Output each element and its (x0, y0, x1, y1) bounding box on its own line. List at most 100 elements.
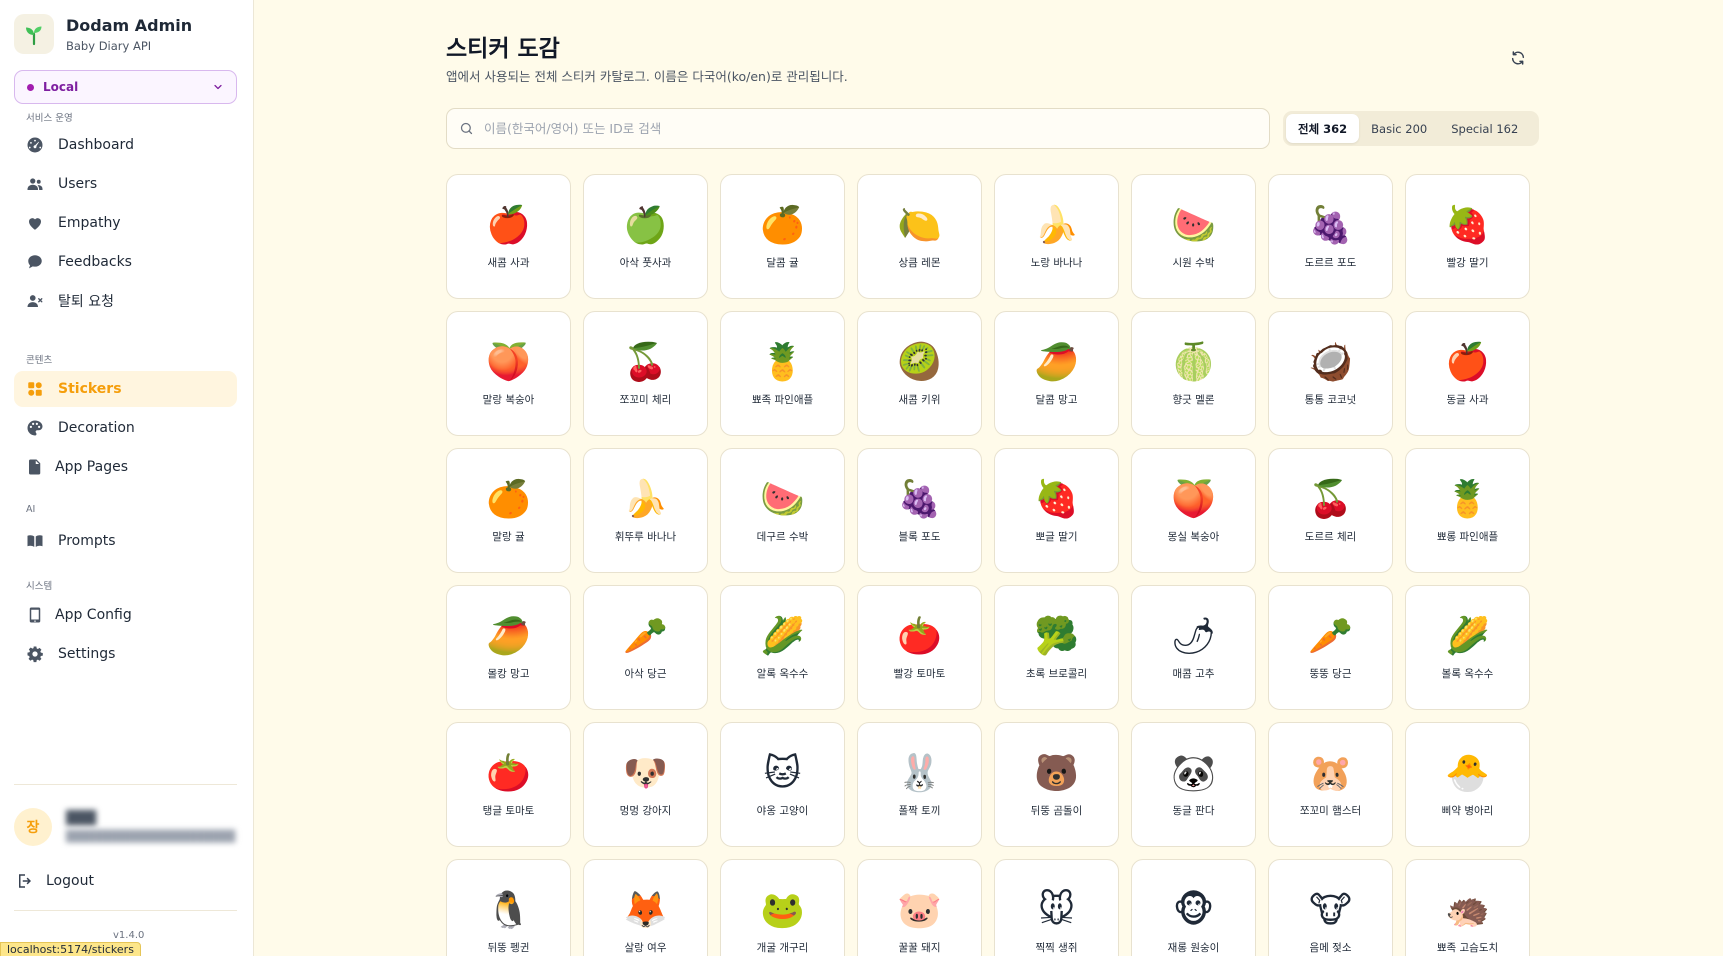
sticker-card[interactable]: 🍉 시원 수박 (1131, 174, 1256, 299)
sticker-image-icon: 🍇 (1308, 205, 1353, 246)
sticker-name: 볼록 옥수수 (1441, 668, 1494, 680)
sidebar-divider (14, 784, 237, 785)
sticker-card[interactable]: 🍉 데구르 수박 (720, 448, 845, 573)
sticker-name: 상큼 레몬 (898, 257, 941, 269)
sticker-card[interactable]: 🍊 말랑 귤 (446, 448, 571, 573)
sticker-card[interactable]: 🐼 동글 판다 (1131, 722, 1256, 847)
sidebar-item-prompts[interactable]: Prompts (14, 523, 237, 559)
sticker-image-icon: 🍏 (623, 205, 668, 246)
sticker-image-icon: 🍒 (623, 342, 668, 383)
sticker-image-icon: 🦊 (623, 890, 668, 931)
sticker-card[interactable]: 🐧 뒤뚱 펭귄 (446, 859, 571, 956)
sticker-card[interactable]: 🥕 아삭 당근 (583, 585, 708, 710)
sticker-card[interactable]: 🥝 새콤 키위 (857, 311, 982, 436)
sticker-card[interactable]: 🌽 볼록 옥수수 (1405, 585, 1530, 710)
sticker-card[interactable]: 🐮 음메 젖소 (1268, 859, 1393, 956)
search-input[interactable] (484, 121, 1244, 136)
sticker-card[interactable]: 🥭 달콤 망고 (994, 311, 1119, 436)
sticker-card[interactable]: 🍌 노랑 바나나 (994, 174, 1119, 299)
sticker-name: 쪼꼬미 체리 (619, 394, 672, 406)
sidebar-item-dashboard[interactable]: Dashboard (14, 127, 237, 163)
sidebar-item-label: Feedbacks (58, 254, 132, 270)
sticker-image-icon: 🐵 (1172, 890, 1215, 931)
sticker-card[interactable]: 🦊 살랑 여우 (583, 859, 708, 956)
sidebar-item-decoration[interactable]: Decoration (14, 410, 237, 446)
sticker-name: 꿀꿀 돼지 (898, 942, 941, 954)
sticker-card[interactable]: 🍍 뾰롱 파인애플 (1405, 448, 1530, 573)
sticker-card[interactable]: 🌶 매콤 고추 (1131, 585, 1256, 710)
sticker-card[interactable]: 🍈 향긋 멜론 (1131, 311, 1256, 436)
sidebar-item-feedbacks[interactable]: Feedbacks (14, 244, 237, 280)
sticker-card[interactable]: 🐣 삐약 병아리 (1405, 722, 1530, 847)
sticker-card[interactable]: 🐱 야옹 고양이 (720, 722, 845, 847)
sticker-image-icon: 🍌 (1034, 205, 1079, 246)
sticker-card[interactable]: 🍎 새콤 사과 (446, 174, 571, 299)
sticker-card[interactable]: 🥥 통통 코코넛 (1268, 311, 1393, 436)
sticker-name: 말랑 귤 (492, 531, 525, 543)
filter-tab-special[interactable]: Special 162 (1439, 114, 1530, 143)
sticker-card[interactable]: 🍍 뾰족 파인애플 (720, 311, 845, 436)
sticker-card[interactable]: 🐭 찍찍 생쥐 (994, 859, 1119, 956)
sticker-image-icon: 🍅 (486, 753, 531, 794)
sidebar-item-empathy[interactable]: Empathy (14, 205, 237, 241)
search-icon (460, 122, 473, 135)
sticker-card[interactable]: 🥕 뚱뚱 당근 (1268, 585, 1393, 710)
sticker-card[interactable]: 🍌 휘뚜루 바나나 (583, 448, 708, 573)
sticker-image-icon: 🍎 (486, 205, 531, 246)
sticker-card[interactable]: 🦔 뾰족 고슴도치 (1405, 859, 1530, 956)
sticker-card[interactable]: 🐰 폴짝 토끼 (857, 722, 982, 847)
refresh-button[interactable] (1505, 45, 1531, 71)
sticker-name: 뾰롱 파인애플 (1436, 531, 1499, 543)
sticker-card[interactable]: 🐷 꿀꿀 돼지 (857, 859, 982, 956)
sticker-card[interactable]: 🐸 개굴 개구리 (720, 859, 845, 956)
sidebar-item-withdrawal-requests[interactable]: 탈퇴 요청 (14, 283, 237, 319)
sticker-card[interactable]: 🍒 도르르 체리 (1268, 448, 1393, 573)
sticker-card[interactable]: 🍓 빨강 딸기 (1405, 174, 1530, 299)
logout-button[interactable]: Logout (16, 872, 94, 890)
sidebar-item-settings[interactable]: Settings (14, 636, 237, 672)
sticker-name: 새콤 키위 (898, 394, 941, 406)
sticker-card[interactable]: 🐻 뒤뚱 곰돌이 (994, 722, 1119, 847)
sticker-image-icon: 🌶 (1170, 616, 1217, 657)
sticker-card[interactable]: 🍑 몽실 복숭아 (1131, 448, 1256, 573)
sticker-card[interactable]: 🍇 블록 포도 (857, 448, 982, 573)
sidebar-item-users[interactable]: Users (14, 166, 237, 202)
sticker-card[interactable]: 🍅 탱글 토마토 (446, 722, 571, 847)
search-bar[interactable] (446, 108, 1270, 149)
sticker-card[interactable]: 🐶 멍멍 강아지 (583, 722, 708, 847)
sidebar-item-stickers[interactable]: Stickers (14, 371, 237, 407)
sticker-card[interactable]: 🥦 초록 브로콜리 (994, 585, 1119, 710)
sticker-image-icon: 🐣 (1445, 753, 1490, 794)
brand[interactable]: Dodam Admin Baby Diary API (14, 14, 192, 54)
sticker-image-icon: 🥥 (1308, 342, 1353, 383)
app-title: Dodam Admin (66, 15, 193, 35)
sticker-card[interactable]: 🍅 빨강 토마토 (857, 585, 982, 710)
sticker-image-icon: 🐹 (1308, 753, 1353, 794)
sidebar-item-app-config[interactable]: App Config (14, 597, 237, 633)
avatar: 장 (14, 808, 52, 846)
sidebar-divider (14, 910, 237, 911)
filter-tab-all[interactable]: 전체 362 (1286, 114, 1360, 143)
sticker-card[interactable]: 🍒 쪼꼬미 체리 (583, 311, 708, 436)
sticker-card[interactable]: 🍇 도르르 포도 (1268, 174, 1393, 299)
sticker-image-icon: 🍑 (486, 342, 531, 383)
sticker-card[interactable]: 🥭 몰캉 망고 (446, 585, 571, 710)
sticker-card[interactable]: 🍊 달콤 귤 (720, 174, 845, 299)
user-profile[interactable]: 장 ███ ████████████████████ (14, 808, 235, 846)
sticker-card[interactable]: 🐵 재롱 원숭이 (1131, 859, 1256, 956)
sticker-name: 달콤 망고 (1035, 394, 1078, 406)
heart-icon (29, 218, 41, 230)
sticker-card[interactable]: 🐹 쪼꼬미 햄스터 (1268, 722, 1393, 847)
comment-icon (28, 255, 42, 269)
sticker-card[interactable]: 🍋 상큼 레몬 (857, 174, 982, 299)
sticker-card[interactable]: 🍓 뽀글 딸기 (994, 448, 1119, 573)
sticker-card[interactable]: 🍎 동글 사과 (1405, 311, 1530, 436)
sidebar-item-app-pages[interactable]: App Pages (14, 449, 237, 485)
chevron-down-icon (214, 84, 222, 90)
sticker-card[interactable]: 🌽 알록 옥수수 (720, 585, 845, 710)
filter-tab-basic[interactable]: Basic 200 (1359, 114, 1439, 143)
environment-select[interactable]: Local (14, 70, 237, 104)
sticker-card[interactable]: 🍑 말랑 복숭아 (446, 311, 571, 436)
sticker-name: 삐약 병아리 (1441, 805, 1494, 817)
sticker-card[interactable]: 🍏 아삭 풋사과 (583, 174, 708, 299)
